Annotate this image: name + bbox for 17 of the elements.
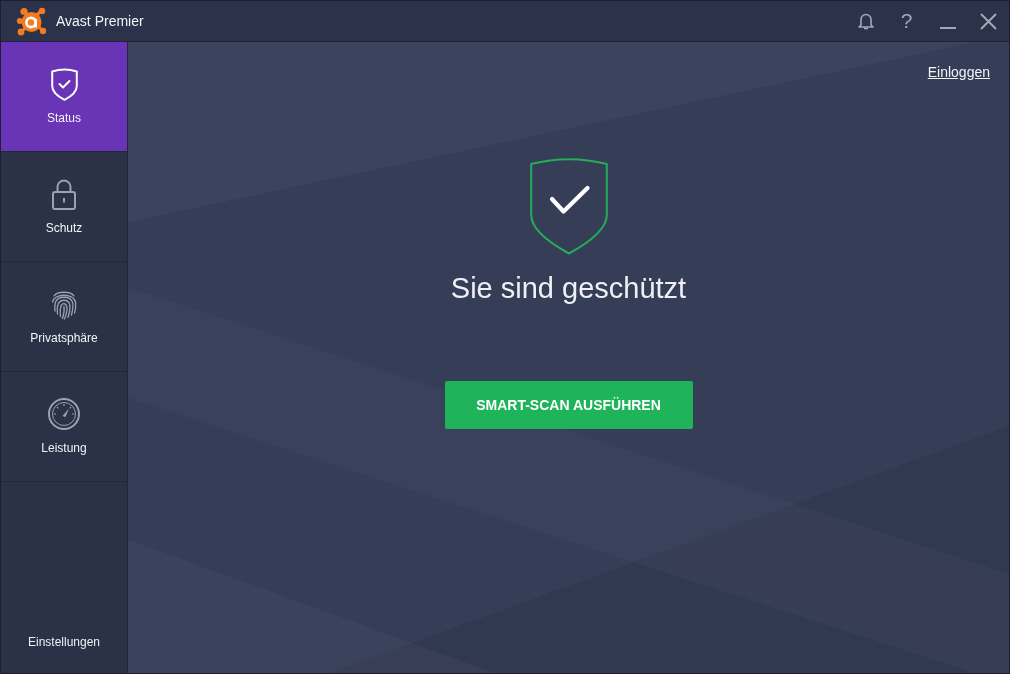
sidebar-item[interactable]: Privatsphäre xyxy=(1,262,127,372)
logo-icon xyxy=(16,5,47,37)
sidebar-item[interactable]: Schutz xyxy=(1,152,127,262)
sidebar-item[interactable]: Status xyxy=(1,42,127,152)
help-button[interactable]: ? xyxy=(886,1,927,41)
window-title: Avast Premier xyxy=(56,13,144,29)
sidebar-item[interactable]: Einstellungen xyxy=(23,633,105,651)
status-heading: Sie sind geschützt xyxy=(450,271,687,306)
bell-icon xyxy=(857,12,874,30)
minimize-icon xyxy=(939,27,956,29)
close-icon xyxy=(980,12,997,30)
gauge-icon xyxy=(48,398,80,430)
shield-check-icon xyxy=(529,158,608,255)
login-link[interactable]: Einloggen xyxy=(927,64,990,81)
padlock-icon xyxy=(52,178,76,210)
sidebar-item[interactable]: Leistung xyxy=(1,372,127,482)
shield-check-icon xyxy=(50,67,78,101)
